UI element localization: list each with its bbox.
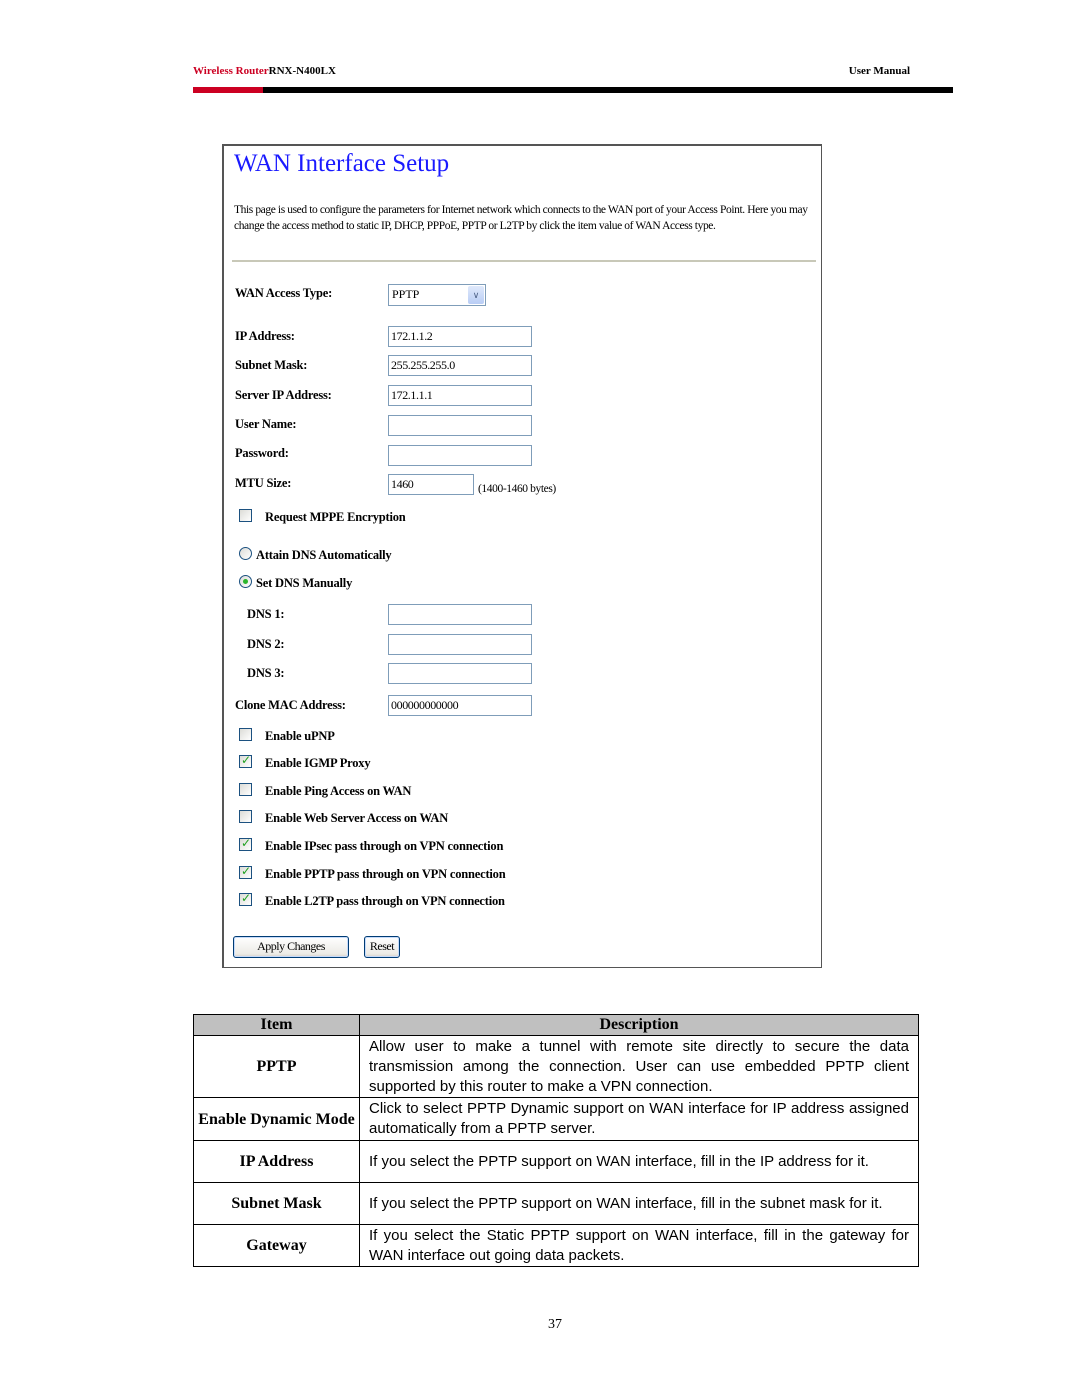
l2tp-passthrough-label: Enable L2TP pass through on VPN connecti… [265, 894, 505, 908]
dns-auto-label: Attain DNS Automatically [256, 548, 392, 562]
dns2-input[interactable] [388, 634, 532, 655]
item-cell: IP Address [193, 1140, 360, 1183]
upnp-label: Enable uPNP [265, 729, 335, 743]
ip-address-label: IP Address: [235, 329, 295, 343]
web-server-access-label: Enable Web Server Access on WAN [265, 811, 449, 825]
wan-access-type-label: WAN Access Type: [235, 286, 333, 300]
checkmark-icon: ✓ [241, 753, 252, 767]
subnet-mask-input[interactable]: 255.255.255.0 [388, 355, 532, 376]
checkmark-icon: ✓ [241, 891, 252, 905]
table-row: PPTP Allow user to make a tunnel with re… [193, 1035, 919, 1098]
dns1-label: DNS 1: [247, 607, 285, 621]
description-cell: Click to select PPTP Dynamic support on … [359, 1097, 919, 1141]
igmp-proxy-checkbox[interactable]: ✓ [239, 753, 252, 768]
mtu-size-hint: (1400-1460 bytes) [478, 483, 556, 495]
password-label: Password: [235, 446, 289, 460]
l2tp-passthrough-checkbox[interactable]: ✓ [239, 891, 252, 906]
ping-access-label: Enable Ping Access on WAN [265, 784, 412, 798]
description-cell: If you select the PPTP support on WAN in… [359, 1182, 919, 1225]
ipsec-passthrough-checkbox[interactable]: ✓ [239, 836, 252, 851]
item-cell: Subnet Mask [193, 1182, 360, 1225]
description-cell: If you select the Static PPTP support on… [359, 1224, 919, 1267]
model-name: RNX-N400LX [268, 65, 336, 77]
web-server-access-checkbox[interactable] [239, 810, 252, 823]
column-header-description: Description [359, 1014, 919, 1036]
dns1-input[interactable] [388, 604, 532, 625]
description-cell: If you select the PPTP support on WAN in… [359, 1140, 919, 1183]
dns3-label: DNS 3: [247, 666, 285, 680]
header-rule-accent [193, 87, 263, 93]
intro-text: This page is used to configure the param… [234, 204, 808, 232]
item-cell: PPTP [193, 1035, 360, 1098]
apply-changes-button[interactable]: Apply Changes [233, 936, 349, 958]
table-header-row: Item Description [193, 1014, 919, 1036]
chevron-down-icon[interactable]: ∨ [468, 286, 484, 304]
ping-access-checkbox[interactable] [239, 783, 252, 796]
igmp-proxy-label: Enable IGMP Proxy [265, 756, 371, 770]
checkmark-icon: ✓ [241, 864, 252, 878]
upnp-checkbox[interactable] [239, 728, 252, 741]
description-table: Item Description PPTP Allow user to make… [193, 1014, 919, 1267]
dns3-input[interactable] [388, 663, 532, 684]
wan-setup-screenshot: WAN Interface Setup This page is used to… [222, 144, 822, 968]
divider [232, 260, 816, 262]
ip-address-input[interactable]: 172.1.1.2 [388, 326, 532, 347]
table-row: Enable Dynamic Mode Click to select PPTP… [193, 1097, 919, 1141]
page-title: WAN Interface Setup [234, 150, 450, 177]
checkmark-icon: ✓ [241, 836, 252, 850]
description-cell: Allow user to make a tunnel with remote … [359, 1035, 919, 1098]
dns2-label: DNS 2: [247, 637, 285, 651]
clone-mac-input[interactable]: 000000000000 [388, 695, 532, 716]
radio-selected-dot [243, 579, 248, 584]
item-cell: Enable Dynamic Mode [193, 1097, 360, 1141]
mtu-size-label: MTU Size: [235, 476, 292, 490]
column-header-item: Item [193, 1014, 360, 1036]
item-cell: Gateway [193, 1224, 360, 1267]
header-rule [193, 87, 953, 93]
pptp-passthrough-label: Enable PPTP pass through on VPN connecti… [265, 867, 506, 881]
mtu-size-input[interactable]: 1460 [388, 474, 474, 495]
ipsec-passthrough-label: Enable IPsec pass through on VPN connect… [265, 839, 504, 853]
subnet-mask-label: Subnet Mask: [235, 358, 308, 372]
wan-access-type-value: PPTP [392, 287, 420, 301]
table-row: IP Address If you select the PPTP suppor… [193, 1140, 919, 1183]
password-input[interactable] [388, 445, 532, 466]
table-row: Gateway If you select the Static PPTP su… [193, 1224, 919, 1267]
dns-manual-label: Set DNS Manually [256, 576, 353, 590]
brand-name: Wireless Router [193, 65, 269, 77]
pptp-passthrough-checkbox[interactable]: ✓ [239, 864, 252, 879]
mppe-label: Request MPPE Encryption [265, 510, 406, 524]
clone-mac-label: Clone MAC Address: [235, 698, 346, 712]
dns-manual-radio[interactable] [239, 575, 252, 588]
user-name-input[interactable] [388, 415, 532, 436]
doc-header-type: User Manual [848, 65, 910, 77]
reset-button[interactable]: Reset [364, 936, 400, 958]
server-ip-input[interactable]: 172.1.1.1 [388, 385, 532, 406]
doc-header-product: Wireless RouterRNX-N400LX [193, 65, 336, 77]
dns-auto-radio[interactable] [239, 547, 252, 560]
user-name-label: User Name: [235, 417, 297, 431]
server-ip-label: Server IP Address: [235, 388, 332, 402]
mppe-checkbox[interactable] [239, 509, 252, 522]
page-number: 37 [548, 1317, 562, 1332]
wan-access-type-select[interactable]: PPTP ∨ [388, 284, 486, 306]
table-row: Subnet Mask If you select the PPTP suppo… [193, 1182, 919, 1225]
